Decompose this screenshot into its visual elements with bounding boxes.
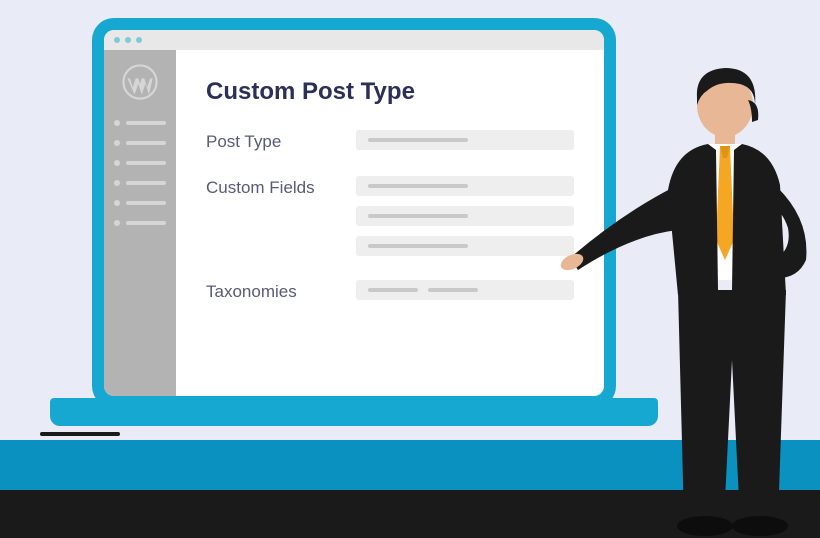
presenter-illustration <box>560 60 820 538</box>
sidebar-item[interactable] <box>114 160 166 166</box>
sidebar-item[interactable] <box>114 140 166 146</box>
sidebar-item[interactable] <box>114 200 166 206</box>
section-label: Post Type <box>206 130 356 152</box>
text-input[interactable] <box>356 236 574 256</box>
window-dot-icon <box>125 37 131 43</box>
browser-titlebar <box>104 30 604 50</box>
text-input[interactable] <box>356 280 574 300</box>
text-input[interactable] <box>356 176 574 196</box>
text-input[interactable] <box>356 206 574 226</box>
sidebar-item[interactable] <box>114 220 166 226</box>
laptop-frame: Custom Post Type Post Type Custom Fields <box>92 18 616 408</box>
sidebar-item[interactable] <box>114 180 166 186</box>
app-body: Custom Post Type Post Type Custom Fields <box>104 50 604 396</box>
window-dot-icon <box>136 37 142 43</box>
admin-sidebar <box>104 50 176 396</box>
section-label: Taxonomies <box>206 280 356 302</box>
main-content: Custom Post Type Post Type Custom Fields <box>176 50 604 396</box>
decorative-stick <box>40 432 120 436</box>
section-taxonomies: Taxonomies <box>206 280 574 302</box>
section-label: Custom Fields <box>206 176 356 198</box>
wordpress-logo-icon <box>122 64 158 100</box>
window-dot-icon <box>114 37 120 43</box>
section-custom-fields: Custom Fields <box>206 176 574 256</box>
text-input[interactable] <box>356 130 574 150</box>
sidebar-item[interactable] <box>114 120 166 126</box>
browser-window: Custom Post Type Post Type Custom Fields <box>104 30 604 396</box>
laptop-illustration: Custom Post Type Post Type Custom Fields <box>92 18 616 426</box>
page-title: Custom Post Type <box>206 78 574 106</box>
section-post-type: Post Type <box>206 130 574 152</box>
